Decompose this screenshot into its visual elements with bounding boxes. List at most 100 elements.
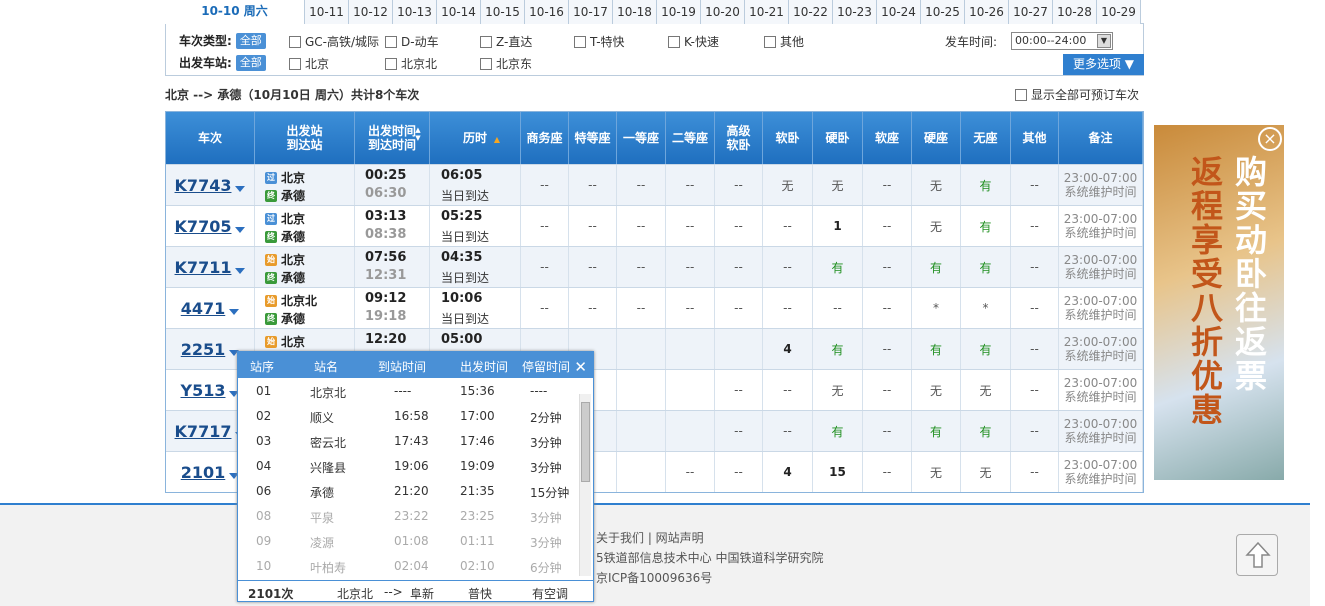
- seat-cell: 15: [813, 452, 863, 492]
- date-tab[interactable]: 10-24: [877, 0, 921, 24]
- date-tab[interactable]: 10-18: [613, 0, 657, 24]
- type-checkbox[interactable]: [668, 35, 680, 48]
- date-tab[interactable]: 10-28: [1053, 0, 1097, 24]
- seat-cell: *: [961, 288, 1011, 328]
- stop-name: 叶柏寿: [310, 561, 347, 575]
- popup-column-header: 站名: [314, 360, 339, 374]
- date-tab[interactable]: 10-15: [481, 0, 525, 24]
- from-station: 始北京: [265, 333, 305, 350]
- train-no-link[interactable]: K7743: [175, 176, 232, 195]
- column-header[interactable]: 车次: [166, 112, 255, 164]
- date-tab[interactable]: 10-26: [965, 0, 1009, 24]
- popup-arrow: -->: [384, 585, 403, 599]
- seat-cell: --: [521, 288, 569, 328]
- train-no-link[interactable]: K7705: [175, 217, 232, 236]
- show-all-checkbox[interactable]: [1015, 88, 1027, 101]
- date-tab[interactable]: 10-25: [921, 0, 965, 24]
- train-no-link[interactable]: Y513: [181, 381, 226, 400]
- date-tab[interactable]: 10-11: [305, 0, 349, 24]
- expand-arrow-icon[interactable]: [235, 268, 246, 274]
- popup-scrollbar[interactable]: [579, 394, 591, 576]
- type-checkbox[interactable]: [764, 35, 776, 48]
- date-tab[interactable]: 10-21: [745, 0, 789, 24]
- type-checkbox[interactable]: [574, 35, 586, 48]
- date-tab[interactable]: 10-13: [393, 0, 437, 24]
- date-tab[interactable]: 10-12: [349, 0, 393, 24]
- seat-cell: [715, 329, 763, 369]
- seat-cell: 有: [961, 165, 1011, 205]
- stop-dep: 19:09: [460, 459, 495, 473]
- sort-icon[interactable]: ▲▼: [411, 126, 425, 142]
- station-option[interactable]: 北京东: [480, 55, 532, 72]
- type-checkbox[interactable]: [385, 35, 397, 48]
- type-checkbox[interactable]: [289, 35, 301, 48]
- sort-up-icon[interactable]: ▲: [494, 133, 500, 147]
- column-header[interactable]: 出发时间 到达时间 ▲▼: [355, 112, 430, 164]
- column-header-text: 一等座: [622, 131, 659, 145]
- seat-cell: --: [763, 247, 813, 287]
- date-tab[interactable]: 10-22: [789, 0, 833, 24]
- seat-cell: [666, 329, 715, 369]
- type-all-button[interactable]: 全部: [235, 32, 266, 49]
- station-tag-icon: 过: [265, 171, 277, 184]
- current-date-tab[interactable]: 10-10 周六: [165, 0, 305, 24]
- column-header: 无座: [961, 112, 1011, 164]
- type-option[interactable]: 其他: [764, 33, 804, 50]
- date-tab[interactable]: 10-29: [1097, 0, 1141, 24]
- ad-banner[interactable]: × 购买动卧往返票 返程享受八折优惠: [1154, 125, 1284, 480]
- close-icon[interactable]: ✕: [574, 358, 587, 376]
- train-no-link[interactable]: 2101: [181, 463, 226, 482]
- stop-name: 凌源: [310, 536, 335, 550]
- expand-arrow-icon[interactable]: [235, 227, 246, 233]
- type-option[interactable]: GC-高铁/城际: [289, 33, 379, 50]
- station-checkbox[interactable]: [480, 57, 492, 70]
- train-no-link[interactable]: K7711: [175, 258, 232, 277]
- seat-cell: --: [863, 206, 912, 246]
- arrive-day: 当日到达: [441, 189, 490, 203]
- back-to-top-button[interactable]: [1236, 534, 1278, 576]
- stop-name: 顺义: [310, 411, 335, 425]
- stop-dep: 23:25: [460, 509, 495, 523]
- type-option[interactable]: T-特快: [574, 33, 625, 50]
- stop-arr: 21:20: [394, 484, 429, 498]
- type-checkbox[interactable]: [480, 35, 492, 48]
- train-no-link[interactable]: 4471: [181, 299, 226, 318]
- train-no-cell: K7705: [166, 206, 255, 246]
- type-option-label: K-快速: [684, 35, 719, 49]
- type-option-label: GC-高铁/城际: [305, 35, 380, 49]
- station-option[interactable]: 北京北: [385, 55, 437, 72]
- type-option[interactable]: Z-直达: [480, 33, 532, 50]
- type-option[interactable]: D-动车: [385, 33, 439, 50]
- stop-arr: 01:08: [394, 534, 429, 548]
- show-all-toggle[interactable]: 显示全部可预订车次: [1015, 86, 1139, 103]
- seat-cell: --: [666, 288, 715, 328]
- date-tab[interactable]: 10-14: [437, 0, 481, 24]
- date-tab[interactable]: 10-19: [657, 0, 701, 24]
- column-header[interactable]: 历时 ▲: [430, 112, 521, 164]
- date-tab[interactable]: 10-17: [569, 0, 613, 24]
- date-tab[interactable]: 10-16: [525, 0, 569, 24]
- expand-arrow-icon[interactable]: [235, 186, 246, 192]
- date-tab[interactable]: 10-27: [1009, 0, 1053, 24]
- depart-time-select[interactable]: 00:00--24:00 ▼: [1011, 32, 1113, 50]
- close-icon[interactable]: ×: [1258, 127, 1282, 151]
- seat-cell: --: [521, 247, 569, 287]
- type-option[interactable]: K-快速: [668, 33, 719, 50]
- to-station-name: 承德: [281, 312, 306, 326]
- station-checkbox[interactable]: [289, 57, 301, 70]
- more-options-button[interactable]: 更多选项 ▼: [1063, 54, 1144, 75]
- station-option[interactable]: 北京: [289, 55, 329, 72]
- train-no-link[interactable]: 2251: [181, 340, 226, 359]
- arrow-up-icon: [1245, 541, 1271, 568]
- seat-cell: --: [666, 452, 715, 492]
- expand-arrow-icon[interactable]: [229, 309, 240, 315]
- column-header[interactable]: 出发站 到达站: [255, 112, 355, 164]
- date-tab[interactable]: 10-20: [701, 0, 745, 24]
- footer-links[interactable]: 关于我们 | 网站声明: [596, 529, 704, 546]
- date-tab[interactable]: 10-23: [833, 0, 877, 24]
- from-station: 过北京: [265, 169, 305, 186]
- station-all-button[interactable]: 全部: [235, 54, 266, 71]
- station-checkbox[interactable]: [385, 57, 397, 70]
- train-no-link[interactable]: K7717: [175, 422, 232, 441]
- column-header-text: 出发时间: [367, 124, 416, 138]
